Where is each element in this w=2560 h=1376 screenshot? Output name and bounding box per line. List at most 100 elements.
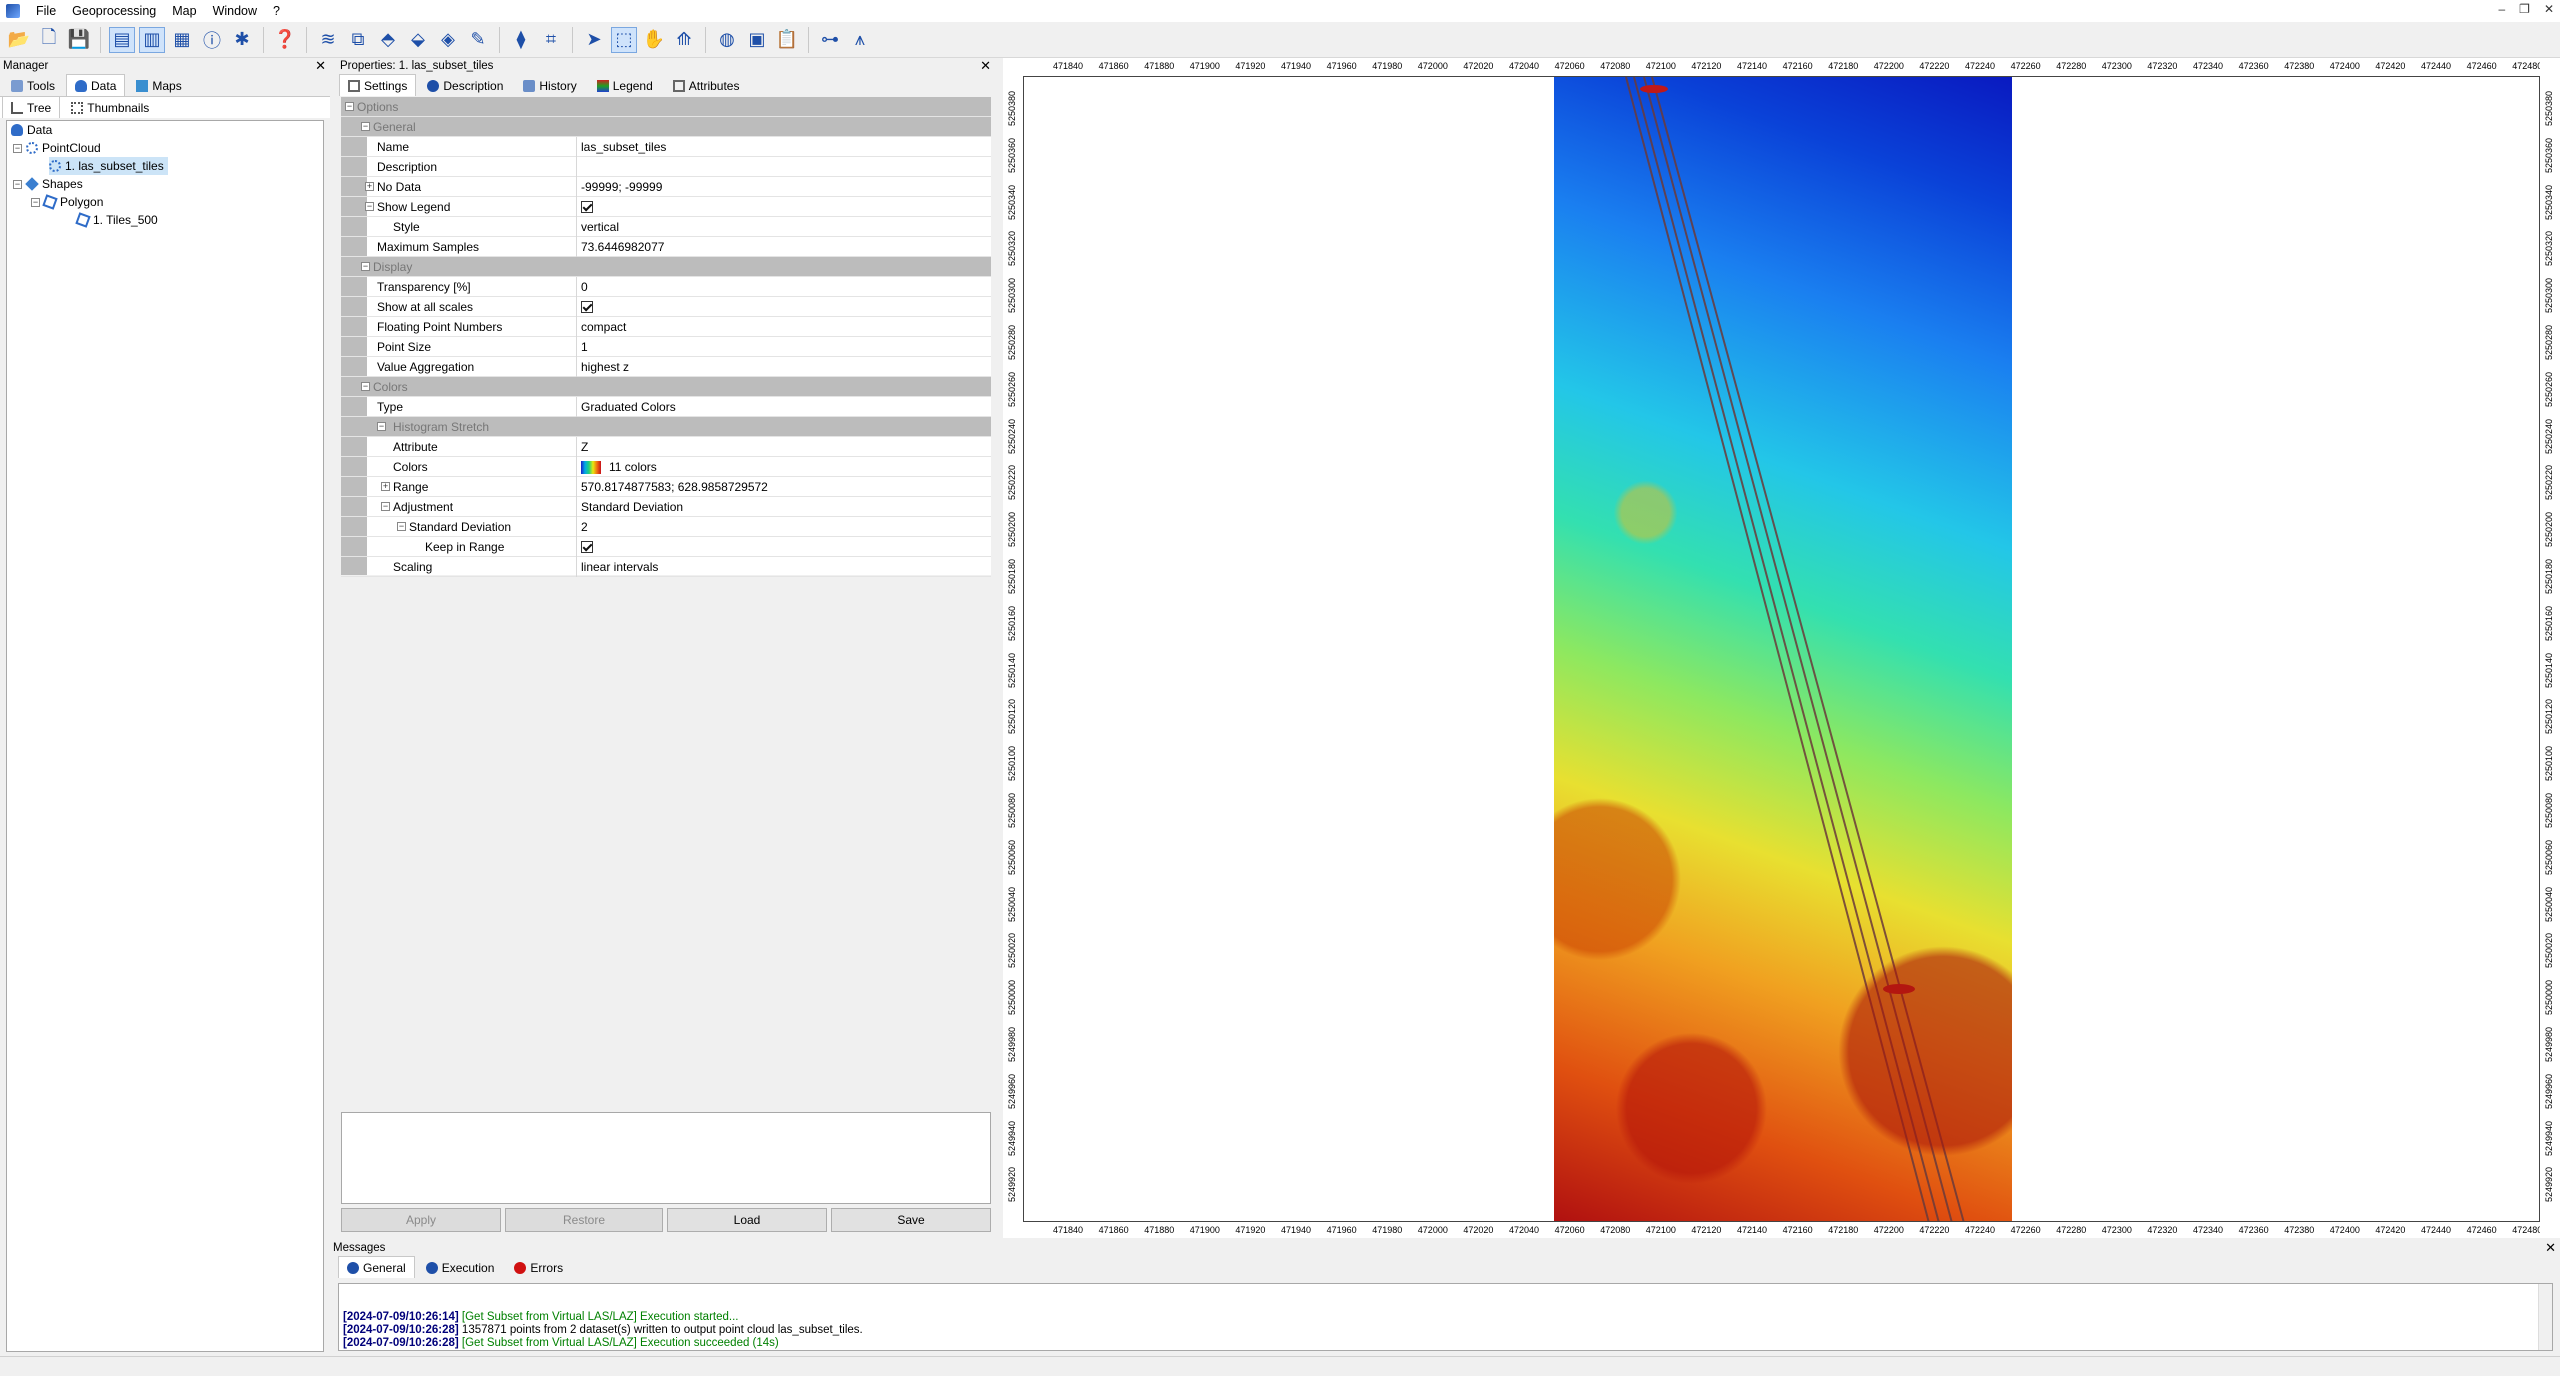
- clipboard-icon[interactable]: 📋: [774, 27, 800, 53]
- x-tick-label: 472360: [2238, 61, 2269, 71]
- prop-description[interactable]: Description: [341, 157, 991, 177]
- prop-show-at-all-scales[interactable]: Show at all scales: [341, 297, 991, 317]
- tools-icon[interactable]: ✱: [229, 27, 255, 53]
- prop-attribute[interactable]: Attribute Z: [341, 437, 991, 457]
- close-icon[interactable]: ✕: [2544, 2, 2554, 16]
- tree-polygon[interactable]: − Polygon: [31, 193, 103, 211]
- tab-maps[interactable]: Maps: [127, 76, 190, 96]
- close-icon[interactable]: ✕: [315, 58, 326, 74]
- x-tick-label: 472060: [1554, 1225, 1585, 1235]
- prop-show-legend[interactable]: − Show Legend: [341, 197, 991, 217]
- prop-no-data[interactable]: + No Data -99999; -99999: [341, 177, 991, 197]
- zoom-box-icon[interactable]: ⬚: [611, 26, 637, 53]
- select-arrow-icon[interactable]: ➤: [581, 27, 607, 53]
- name-value[interactable]: las_subset_tiles: [581, 137, 991, 157]
- layer-group-icon[interactable]: ⧫: [508, 27, 534, 53]
- category-general[interactable]: − General: [341, 117, 991, 137]
- prop-maximum-samples[interactable]: Maximum Samples 73.6446982077: [341, 237, 991, 257]
- properties-toggle-icon[interactable]: ▥: [139, 26, 165, 53]
- map-canvas[interactable]: [1023, 76, 2540, 1222]
- restore-icon[interactable]: ❐: [2519, 2, 2530, 16]
- tab-thumbnails[interactable]: Thumbnails: [62, 98, 158, 118]
- tab-tools[interactable]: Tools: [2, 76, 64, 96]
- tab-data[interactable]: Data: [66, 74, 126, 96]
- category-options[interactable]: − Options: [341, 97, 991, 117]
- prop-floating-point-numbers[interactable]: Floating Point Numbers compact: [341, 317, 991, 337]
- close-icon[interactable]: ✕: [980, 58, 991, 74]
- measure-icon[interactable]: ⟰: [671, 27, 697, 53]
- apply-button[interactable]: Apply: [341, 1208, 501, 1232]
- log-scrollbar[interactable]: [2538, 1284, 2552, 1350]
- menu-help[interactable]: ?: [265, 0, 288, 22]
- menu-file[interactable]: File: [28, 0, 64, 22]
- layer-up-icon[interactable]: ⬘: [375, 27, 401, 53]
- open-icon[interactable]: 📂: [6, 27, 32, 53]
- prop-value-aggregation[interactable]: Value Aggregation highest z: [341, 357, 991, 377]
- tab-execution[interactable]: Execution: [417, 1258, 504, 1278]
- category-histogram-stretch[interactable]: − Histogram Stretch: [341, 417, 991, 437]
- prop-scaling[interactable]: Scaling linear intervals: [341, 557, 991, 577]
- new-icon[interactable]: 🗋: [36, 27, 62, 53]
- category-colors[interactable]: − Colors: [341, 377, 991, 397]
- y-tick-label: 5250300: [1007, 278, 1017, 314]
- menu-window[interactable]: Window: [205, 0, 265, 22]
- tab-tree[interactable]: Tree: [2, 96, 61, 118]
- tree-item-tiles-500[interactable]: 1. Tiles_500: [75, 211, 158, 229]
- menu-map[interactable]: Map: [164, 0, 204, 22]
- tab-errors[interactable]: Errors: [505, 1258, 572, 1278]
- prop-colors[interactable]: Colors 11 colors: [341, 457, 991, 477]
- help-icon[interactable]: ❓: [272, 27, 298, 53]
- save-button[interactable]: Save: [831, 1208, 991, 1232]
- category-display[interactable]: − Display: [341, 257, 991, 277]
- manager-toggle-icon[interactable]: ▤: [109, 26, 135, 53]
- show-all-scales-checkbox[interactable]: [581, 300, 593, 313]
- tab-history[interactable]: History: [514, 76, 585, 96]
- prop-standard-deviation[interactable]: − Standard Deviation 2: [341, 517, 991, 537]
- data-source-icon[interactable]: ▦: [169, 27, 195, 53]
- tab-legend[interactable]: Legend: [588, 76, 662, 96]
- layer-down-icon[interactable]: ⬙: [405, 27, 431, 53]
- layer-grid-icon[interactable]: ⌗: [538, 27, 564, 53]
- scalebar-icon[interactable]: ⊶: [817, 27, 843, 53]
- prop-keep-in-range[interactable]: Keep in Range: [341, 537, 991, 557]
- restore-button[interactable]: Restore: [505, 1208, 663, 1232]
- map-3d-icon[interactable]: ◍: [714, 27, 740, 53]
- tab-settings[interactable]: Settings: [339, 74, 417, 96]
- prop-adjustment[interactable]: − Adjustment Standard Deviation: [341, 497, 991, 517]
- prop-style[interactable]: Style vertical: [341, 217, 991, 237]
- prop-point-size[interactable]: Point Size 1: [341, 337, 991, 357]
- tab-general[interactable]: General: [338, 1256, 415, 1278]
- map-image-icon[interactable]: ▣: [744, 27, 770, 53]
- tree-item-las-subset-tiles[interactable]: 1. las_subset_tiles: [49, 157, 168, 175]
- load-button[interactable]: Load: [667, 1208, 827, 1232]
- prop-transparency[interactable]: Transparency [%] 0: [341, 277, 991, 297]
- y-tick-label: 5250300: [2544, 278, 2554, 314]
- show-legend-checkbox[interactable]: [581, 200, 593, 213]
- prop-type[interactable]: Type Graduated Colors: [341, 397, 991, 417]
- y-tick-label: 5250200: [1007, 512, 1017, 548]
- north-arrow-icon[interactable]: ⩚: [847, 27, 873, 53]
- menu-geoprocessing[interactable]: Geoprocessing: [64, 0, 164, 22]
- pan-hand-icon[interactable]: ✋: [641, 27, 667, 53]
- close-icon[interactable]: ✕: [2545, 1240, 2556, 1256]
- tree-shapes[interactable]: − Shapes: [13, 175, 83, 193]
- tree-pointcloud[interactable]: − PointCloud: [13, 139, 101, 157]
- layer-add-icon[interactable]: ⧉: [345, 27, 371, 53]
- save-icon[interactable]: 💾: [66, 27, 92, 53]
- prop-name[interactable]: Name las_subset_tiles: [341, 137, 991, 157]
- collapse-icon[interactable]: −: [13, 143, 22, 153]
- keep-in-range-checkbox[interactable]: [581, 540, 593, 553]
- layer-stack-icon[interactable]: ◈: [435, 27, 461, 53]
- layer-edit-icon[interactable]: ✎: [465, 27, 491, 53]
- tree-root[interactable]: Data: [11, 121, 52, 139]
- layers-icon[interactable]: ≋: [315, 27, 341, 53]
- minimize-icon[interactable]: –: [2498, 2, 2505, 16]
- y-tick-label: 5249960: [1007, 1073, 1017, 1109]
- collapse-icon[interactable]: −: [13, 179, 22, 189]
- tab-description[interactable]: Description: [418, 76, 512, 96]
- prop-range[interactable]: + Range 570.8174877583; 628.9858729572: [341, 477, 991, 497]
- y-tick-label: 5250100: [1007, 746, 1017, 782]
- tab-attributes[interactable]: Attributes: [664, 76, 749, 96]
- info-icon[interactable]: ⓘ: [199, 27, 225, 53]
- collapse-icon[interactable]: −: [31, 197, 40, 207]
